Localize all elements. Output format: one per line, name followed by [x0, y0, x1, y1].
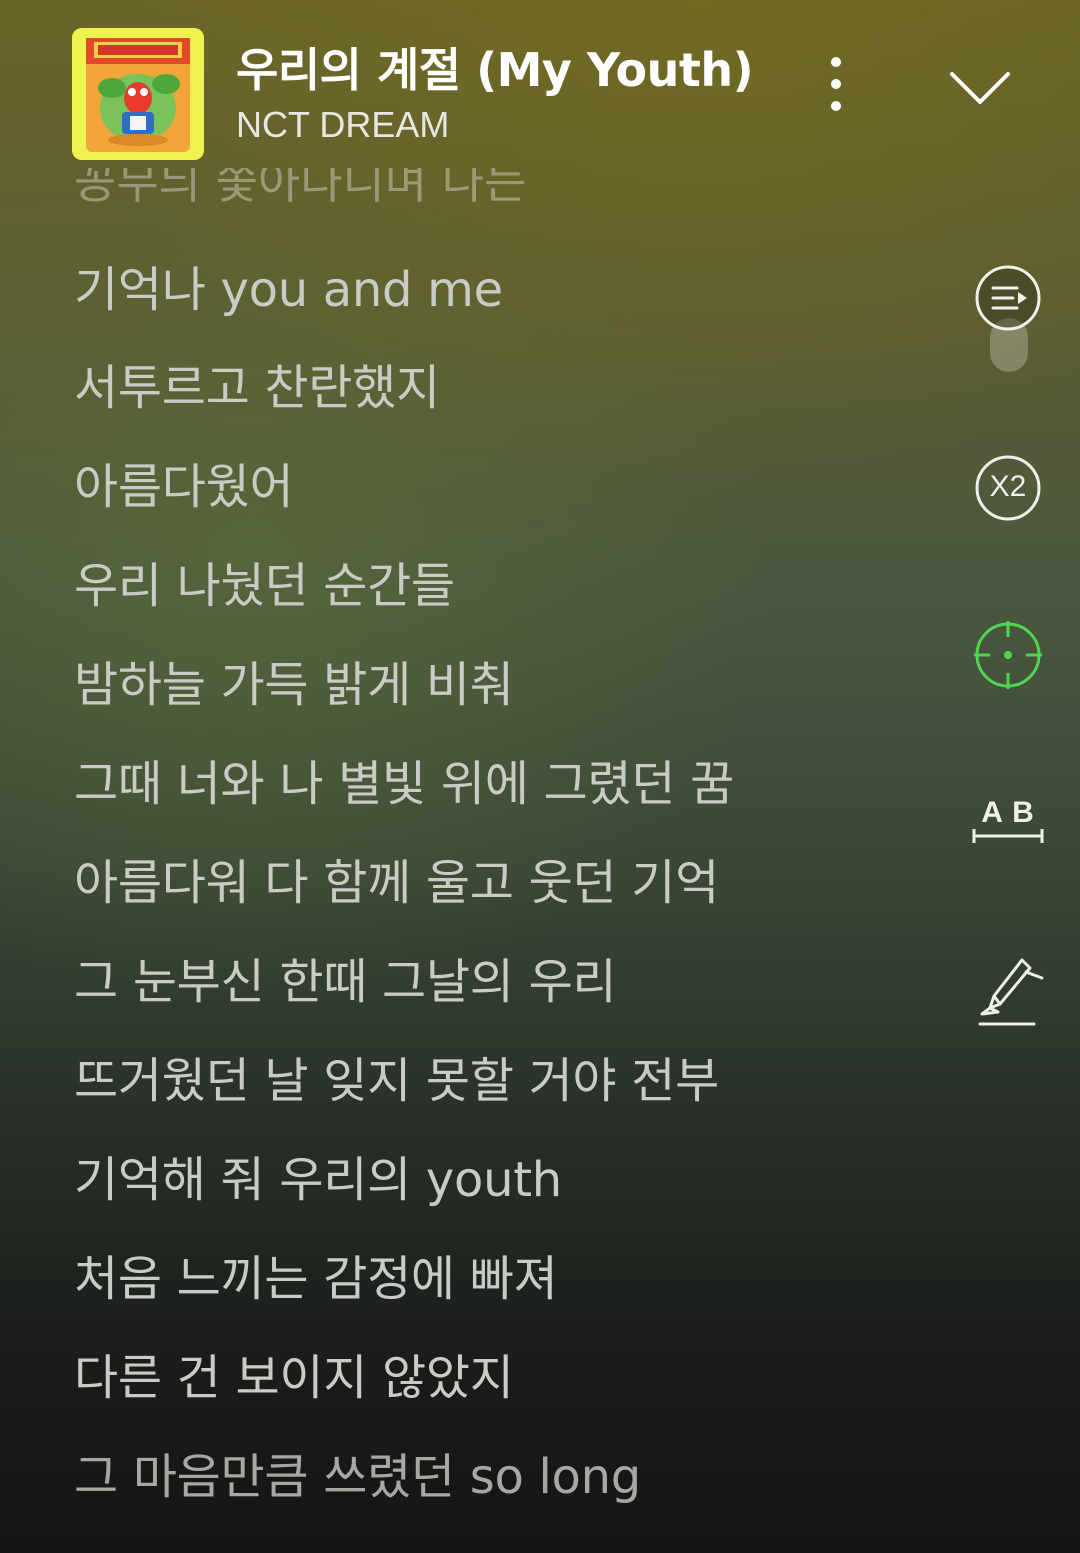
lyric-line[interactable]: 밤하늘 가득 밝게 비춰	[74, 645, 514, 715]
more-options-button[interactable]	[812, 50, 860, 120]
lyric-line[interactable]: 우리 나눴던 순간들	[74, 546, 455, 616]
lyric-line[interactable]: 서투르고 찬란했지	[74, 348, 440, 418]
lyric-line[interactable]: 그때 너와 나 별빛 위에 그렸던 꿈	[74, 744, 734, 814]
collapse-button[interactable]	[944, 56, 1016, 116]
crosshair-icon	[974, 621, 1042, 689]
playlist-play-icon	[975, 265, 1041, 331]
playlist-button[interactable]	[968, 258, 1048, 338]
lyric-line[interactable]: 아름다워 다 함께 울고 웃던 기억	[74, 843, 719, 913]
lyric-line[interactable]: 뜨거웠던 날 잊지 못할 거야 전부	[74, 1041, 719, 1111]
highlight-button[interactable]	[968, 950, 1048, 1030]
translate-underline-icon	[972, 829, 1044, 843]
artist-name[interactable]: NCT DREAM	[236, 104, 449, 146]
lyric-line-partial: 꽁무늬 쫓아다니며 나는	[74, 168, 534, 204]
song-title: 우리의 계절 (My Youth)	[236, 43, 754, 97]
lyric-line[interactable]: 아름다웠어	[74, 447, 294, 517]
lyric-line[interactable]: 기억해 줘 우리의 youth	[74, 1140, 562, 1210]
album-art[interactable]	[72, 28, 204, 160]
album-cover-image	[72, 28, 204, 160]
lyric-line[interactable]: 처음 느끼는 감정에 빠져	[74, 1239, 558, 1309]
highlighter-icon	[978, 958, 1044, 1026]
more-vertical-icon	[831, 57, 841, 111]
lyric-line[interactable]: 그 마음만큼 쓰렸던 so long	[74, 1437, 641, 1507]
translate-button[interactable]: A B	[968, 788, 1048, 868]
lyric-line[interactable]: 그 눈부신 한때 그날의 우리	[74, 942, 617, 1012]
lyric-line[interactable]: 기억나 you and me	[74, 250, 503, 320]
speed-label: X2	[989, 470, 1027, 503]
lyric-line-partial-text: 꽁무늬 쫓아다니며 나는	[74, 168, 527, 204]
lyric-line[interactable]: 다른 건 보이지 않았지	[74, 1338, 514, 1408]
sync-locate-button[interactable]	[968, 615, 1048, 695]
chevron-down-icon	[950, 72, 1010, 104]
speed-button[interactable]: X2	[968, 448, 1048, 528]
player-header: 우리의 계절 (My Youth) NCT DREAM	[0, 0, 1080, 190]
